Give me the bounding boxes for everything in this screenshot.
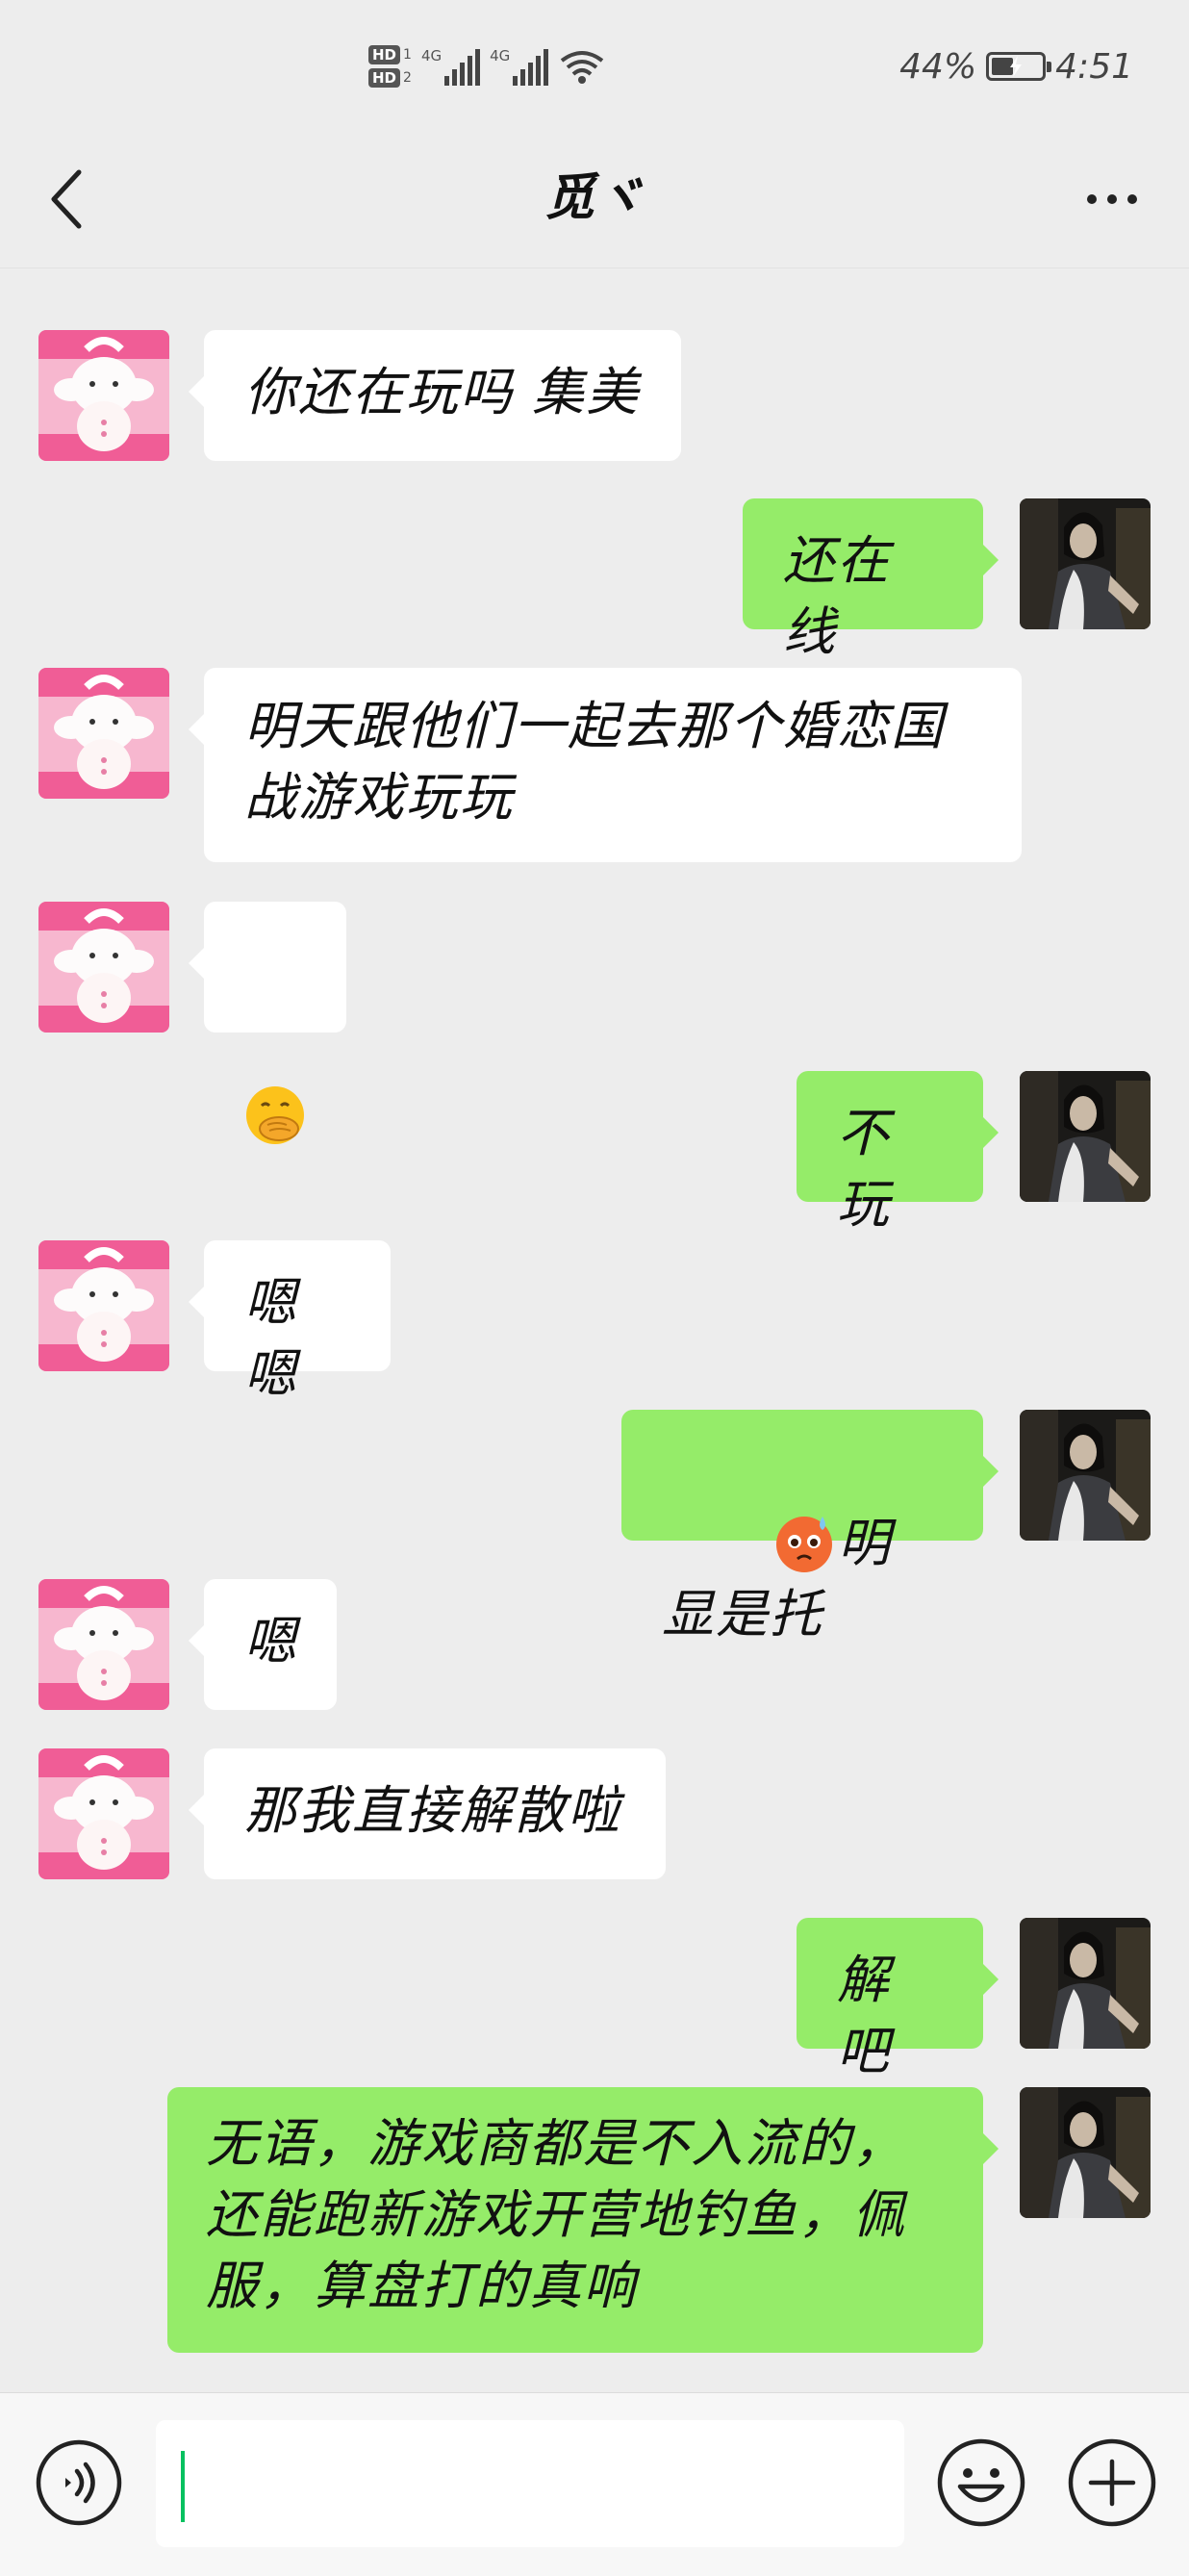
plus-icon [1068, 2438, 1156, 2527]
contact-avatar[interactable] [38, 1748, 169, 1879]
message-bubble[interactable]: 嗯 [189, 1579, 337, 1710]
message-row: 还在线 [0, 498, 1189, 662]
message-row: 嗯嗯 [0, 1240, 1189, 1404]
message-row: 明显是托 [0, 1410, 1189, 1645]
message-text: 无语，游戏商都是不入流的， 还能跑新游戏开营地钓鱼，佩 服，算盘打的真响 [206, 2113, 906, 2316]
message-row: 那我直接解散啦 [0, 1748, 1189, 1879]
message-text: 明天跟他们一起去那个婚恋国 战游戏玩玩 [244, 696, 945, 828]
message-bubble[interactable]: 明天跟他们一起去那个婚恋国 战游戏玩玩 [189, 668, 1022, 862]
sim-number: 2 [403, 70, 412, 86]
message-text: 你还在玩吗 集美 [244, 362, 641, 422]
battery-percent: 44% [899, 46, 977, 87]
message-row: 不玩 [0, 1071, 1189, 1235]
message-text: 还在线 [783, 530, 891, 662]
message-text: 那我直接解散啦 [244, 1780, 621, 1841]
message-text: 解吧 [837, 1950, 891, 2081]
smiley-icon [937, 2438, 1025, 2527]
hd-badge: HD [368, 68, 401, 88]
message-bubble[interactable]: 那我直接解散啦 [189, 1748, 666, 1879]
contact-avatar[interactable] [38, 1240, 169, 1371]
message-text: 不玩 [837, 1103, 891, 1235]
user-avatar[interactable] [1020, 2087, 1151, 2218]
message-bubble[interactable]: 你还在玩吗 集美 [189, 330, 681, 461]
hd-badge: HD [368, 45, 401, 64]
ellipsis-icon [1087, 194, 1097, 204]
voice-icon [36, 2439, 122, 2526]
signal-icon: 4G [420, 47, 481, 86]
message-text: 嗯嗯 [244, 1272, 298, 1404]
user-avatar[interactable] [1020, 1918, 1151, 2049]
message-bubble[interactable] [189, 902, 346, 1145]
message-bubble[interactable]: 还在线 [743, 498, 999, 662]
message-bubble[interactable]: 解吧 [797, 1918, 999, 2081]
user-avatar[interactable] [1020, 498, 1151, 629]
network-type-label: 4G [420, 47, 443, 64]
input-bar [0, 2392, 1189, 2576]
user-avatar[interactable] [1020, 1071, 1151, 1202]
signal-icon: 4G [490, 47, 549, 86]
battery-charging-icon [986, 52, 1052, 81]
contact-avatar[interactable] [38, 902, 169, 1033]
message-bubble[interactable]: 明显是托 [621, 1410, 999, 1645]
text-cursor [181, 2451, 185, 2522]
message-row: 无语，游戏商都是不入流的， 还能跑新游戏开营地钓鱼，佩 服，算盘打的真响 [0, 2087, 1189, 2353]
message-row: 你还在玩吗 集美 [0, 330, 1189, 461]
message-row: 嗯 [0, 1579, 1189, 1710]
chat-header: 觅ヾ [0, 135, 1189, 268]
voice-button[interactable] [35, 2438, 123, 2527]
user-avatar[interactable] [1020, 1410, 1151, 1541]
message-row: 明天跟他们一起去那个婚恋国 战游戏玩玩 [0, 668, 1189, 862]
network-type-label: 4G [490, 47, 511, 64]
wifi-icon [561, 51, 604, 84]
more-options-button[interactable] [1064, 156, 1160, 242]
message-row: 解吧 [0, 1918, 1189, 2081]
message-row [0, 902, 1189, 1145]
contact-avatar[interactable] [38, 330, 169, 461]
status-bar: HD 1 HD 2 4G 4G 44% 4:51 [0, 0, 1189, 135]
emoji-button[interactable] [935, 2436, 1027, 2529]
contact-avatar[interactable] [38, 668, 169, 799]
message-bubble[interactable]: 嗯嗯 [189, 1240, 391, 1404]
anxious-face-with-sweat-emoji [776, 1517, 832, 1573]
sim-number: 1 [403, 47, 412, 63]
message-bubble[interactable]: 不玩 [797, 1071, 999, 1235]
contact-avatar[interactable] [38, 1579, 169, 1710]
hd-icon: HD 1 HD 2 [368, 45, 412, 88]
message-text: 嗯 [244, 1611, 298, 1671]
clock: 4:51 [1055, 46, 1133, 87]
more-actions-button[interactable] [1066, 2436, 1158, 2529]
status-icons: HD 1 HD 2 4G 4G [368, 33, 606, 100]
message-input[interactable] [156, 2420, 904, 2547]
chat-title: 觅ヾ [544, 169, 645, 227]
message-bubble[interactable]: 无语，游戏商都是不入流的， 还能跑新游戏开营地钓鱼，佩 服，算盘打的真响 [167, 2087, 999, 2353]
